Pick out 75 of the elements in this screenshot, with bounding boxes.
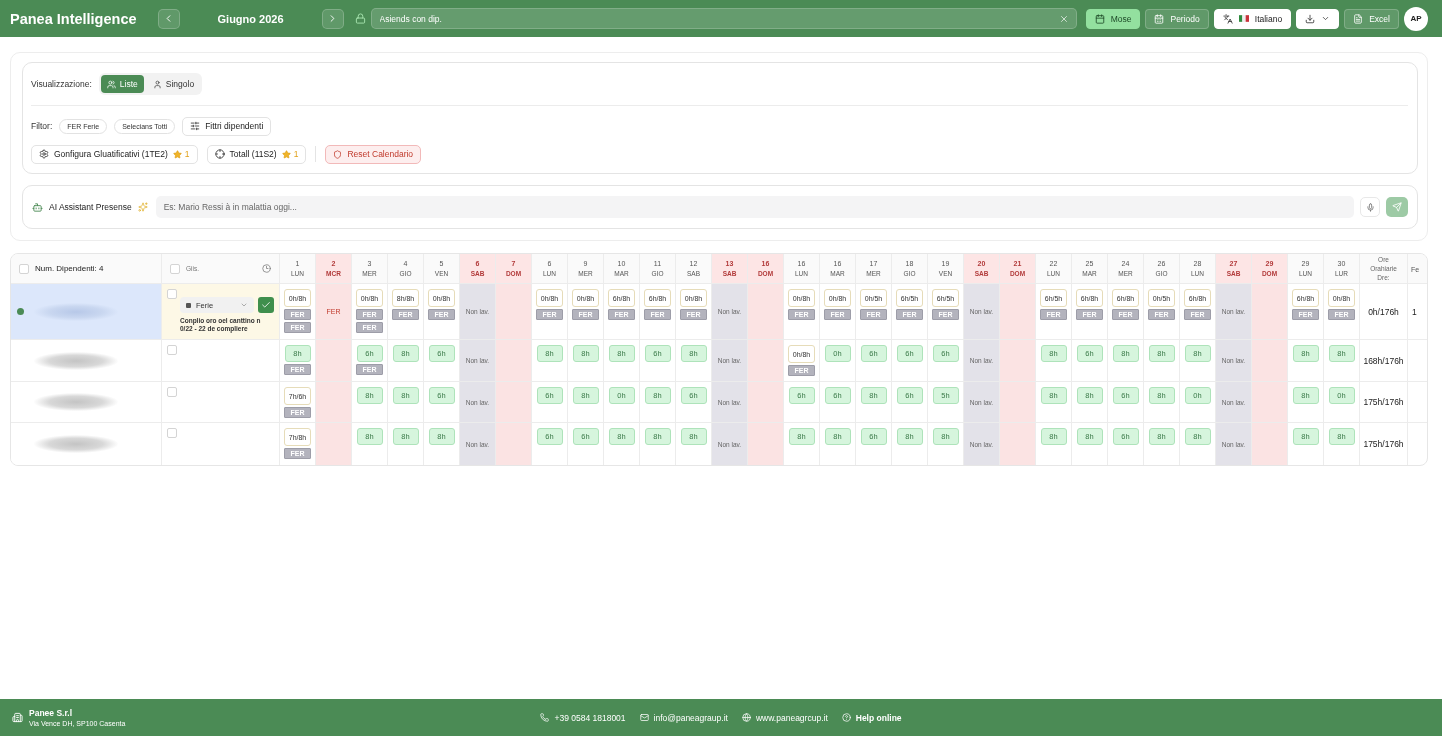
contact-link[interactable]: +39 0584 1818001 — [540, 712, 626, 723]
check-icon — [261, 300, 271, 310]
checkbox[interactable] — [167, 387, 177, 397]
contact-link[interactable]: www.paneagrcup.it — [741, 712, 828, 723]
excel-button[interactable]: Excel — [1344, 8, 1399, 29]
employee-name-cell[interactable] — [11, 382, 162, 423]
view-mode-tab[interactable]: Liste — [100, 75, 144, 93]
hours-total: 168h/176h — [1363, 355, 1404, 366]
calendar-icon — [1094, 13, 1105, 24]
close-icon[interactable] — [1058, 13, 1069, 24]
app-title: Panea Intelligence — [10, 10, 137, 27]
checkbox[interactable] — [167, 289, 177, 299]
company-name: Panee S.r.l — [29, 708, 73, 718]
translate-icon — [1222, 13, 1233, 24]
download-icon — [1305, 13, 1316, 24]
next-month-button[interactable] — [321, 8, 344, 29]
employee-name-cell[interactable] — [11, 284, 162, 340]
view-button[interactable]: Periodo — [1145, 8, 1209, 29]
file-icon — [1353, 13, 1364, 24]
help-icon — [841, 713, 851, 722]
crosshair-icon — [214, 149, 225, 159]
microphone-icon — [1365, 202, 1375, 212]
send-icon — [1392, 202, 1402, 212]
view-mode-tab[interactable]: Singolo — [146, 75, 201, 93]
action-button[interactable]: Totall (11S2) 1 — [206, 144, 307, 164]
checkbox[interactable] — [170, 263, 180, 274]
selection-dot — [17, 308, 24, 315]
contact-link[interactable]: info@paneagraup.it — [639, 712, 728, 723]
hours-total: 0h/176h — [1368, 306, 1399, 317]
download-button[interactable] — [1296, 8, 1340, 29]
star-icon — [281, 149, 291, 159]
square-icon — [186, 302, 191, 308]
star-icon — [172, 149, 182, 159]
users-icon — [106, 79, 116, 89]
confirm-button[interactable] — [258, 297, 274, 313]
building-icon — [12, 712, 23, 723]
employee-name-cell[interactable] — [11, 423, 162, 465]
hours-total: 175h/176h — [1363, 397, 1404, 407]
month-label: Giugno 2026 — [216, 12, 285, 25]
clock-icon — [262, 264, 271, 273]
globe-icon — [741, 713, 751, 722]
filter-label: Filtor: — [31, 121, 53, 131]
sliders-icon — [190, 121, 201, 131]
view-label: Visualizzazione: — [31, 79, 92, 89]
checkbox[interactable] — [167, 428, 177, 438]
employee-filter-button[interactable]: Fittri dipendenti — [182, 116, 272, 136]
settings-icon — [39, 149, 49, 159]
microphone-button[interactable] — [1360, 197, 1380, 217]
assistant-title: AI Assistant Presense — [49, 202, 132, 212]
calendar-grid-icon — [1154, 13, 1165, 24]
view-button[interactable]: Mose — [1085, 8, 1141, 29]
previous-month-button[interactable] — [157, 8, 180, 29]
sparkle-icon — [137, 202, 148, 212]
employee-name-cell[interactable] — [11, 340, 162, 382]
checkbox[interactable] — [167, 345, 177, 355]
robot-icon — [32, 201, 43, 213]
lock-icon — [354, 13, 366, 24]
mail-icon — [639, 713, 649, 722]
send-button[interactable] — [1386, 197, 1408, 217]
shield-icon — [333, 149, 343, 159]
reset-calendar-button[interactable]: Reset Calendario — [325, 144, 422, 164]
chevron-down-icon — [240, 301, 248, 309]
person-icon — [152, 79, 162, 89]
help-link[interactable]: Help online — [841, 712, 902, 723]
hours-total: 175h/176h — [1363, 439, 1404, 449]
column-value: 1 — [1412, 306, 1417, 317]
phone-icon — [540, 713, 550, 722]
language-button[interactable]: Italiano — [1213, 8, 1292, 29]
chevron-down-icon — [1321, 14, 1331, 23]
checkbox[interactable] — [19, 263, 29, 274]
flag-icon — [1238, 15, 1249, 22]
assistant-input[interactable]: Es: Mario Ressi à in malattia oggi... — [155, 196, 1354, 218]
action-button[interactable]: Gonfigura Gluatificativi (1TE2) 1 — [31, 144, 198, 164]
user-avatar[interactable]: AP — [1404, 6, 1428, 31]
employee-count: Num. Dipendenti: 4 — [35, 264, 104, 273]
